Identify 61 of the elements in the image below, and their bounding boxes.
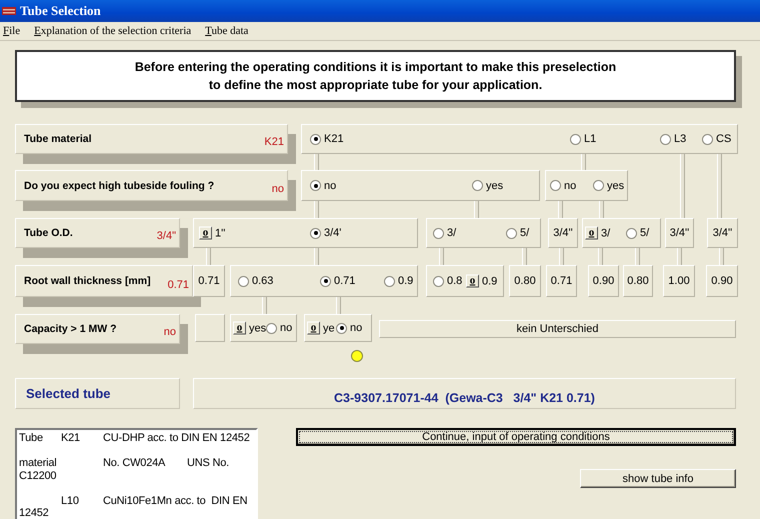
option-label: 3/ — [601, 227, 610, 239]
option-label: 0.9 — [482, 275, 498, 287]
node-value: 0.80 — [627, 275, 649, 287]
radio-button[interactable]: 5/ — [506, 227, 530, 239]
small-button[interactable]: o — [199, 226, 212, 240]
window-title: Tube Selection — [20, 3, 101, 19]
criterion-value: K21 — [264, 136, 284, 148]
radio-button[interactable]: no — [336, 322, 362, 334]
radio-button[interactable]: yes — [593, 180, 624, 192]
radio-button[interactable]: CS — [702, 133, 732, 145]
menu-item[interactable]: File — [3, 25, 20, 37]
radio-button[interactable]: 0.71 — [320, 275, 356, 287]
node-value: kein Unterschied — [516, 323, 598, 335]
small-button[interactable]: o — [466, 274, 479, 288]
node-value: 0.71 — [550, 275, 572, 287]
criterion-label: Tube material — [24, 133, 92, 145]
radio-button[interactable]: K21 — [310, 133, 344, 145]
criterion-label: Tube O.D. — [24, 227, 73, 239]
selected-tube-value: C3-9307.17071-44 (Gewa-C3 3/4" K21 0.71) — [193, 378, 736, 409]
small-button[interactable]: o — [585, 226, 598, 240]
node-value: 0.90 — [592, 275, 614, 287]
tree-node — [195, 314, 225, 342]
radio-button[interactable]: 5/ — [626, 227, 650, 239]
criterion-label: Root wall thickness [mm] — [24, 275, 151, 287]
app-icon — [2, 5, 16, 17]
criterion-value: no — [164, 326, 176, 338]
selected-tube-label: Selected tube — [15, 378, 180, 409]
radio-button[interactable]: 3/4' — [310, 227, 342, 239]
radio-button[interactable]: 3/ — [433, 227, 456, 239]
criterion-value: 3/4" — [156, 230, 176, 242]
radio-button[interactable]: L3 — [660, 133, 686, 145]
option-label: 1'' — [215, 227, 226, 239]
node-value: 0.90 — [711, 275, 733, 287]
radio-button[interactable]: L1 — [570, 133, 596, 145]
criterion-label: Capacity > 1 MW ? — [24, 323, 116, 335]
radio-button[interactable]: yes — [472, 180, 504, 192]
node-value: 0.71 — [198, 275, 220, 287]
criterion-value: 0.71 — [168, 279, 189, 291]
node-value: 1.00 — [668, 275, 690, 287]
menu-item[interactable]: Explanation of the selection criteria — [34, 25, 192, 37]
criterion-value: no — [272, 183, 284, 195]
criterion-label: Do you expect high tubeside fouling ? — [24, 180, 214, 192]
radio-button[interactable]: 0.8 — [433, 275, 462, 287]
show-info-button[interactable]: show tube info — [580, 469, 736, 488]
small-button[interactable]: o — [233, 322, 246, 334]
node-value: 3/4'' — [553, 227, 573, 239]
radio-button[interactable]: no — [550, 180, 576, 192]
tube-info-text: Tube K21 CU-DHP acc. to DIN EN 12452 material No. CW024A UNS No. C12200 L10 CuNi10Fe1Mn acc. to DIN EN 12452 — [15, 428, 258, 519]
continue-button[interactable]: Continue, input of operating conditions — [296, 428, 736, 446]
radio-button[interactable]: 0.63 — [238, 275, 274, 287]
node-value: 3/4'' — [712, 227, 732, 239]
menu-item[interactable]: Tube data — [205, 25, 248, 37]
radio-button[interactable]: 0.9 — [384, 275, 414, 287]
radio-button[interactable]: no — [266, 322, 292, 334]
option-label: yes — [249, 322, 266, 334]
option-label: ye — [323, 322, 335, 334]
radio-button[interactable]: no — [310, 180, 336, 192]
indicator-light — [351, 350, 363, 362]
node-value: 0.80 — [514, 275, 536, 287]
node-value: 3/4'' — [670, 227, 690, 239]
small-button[interactable]: o — [307, 322, 320, 334]
